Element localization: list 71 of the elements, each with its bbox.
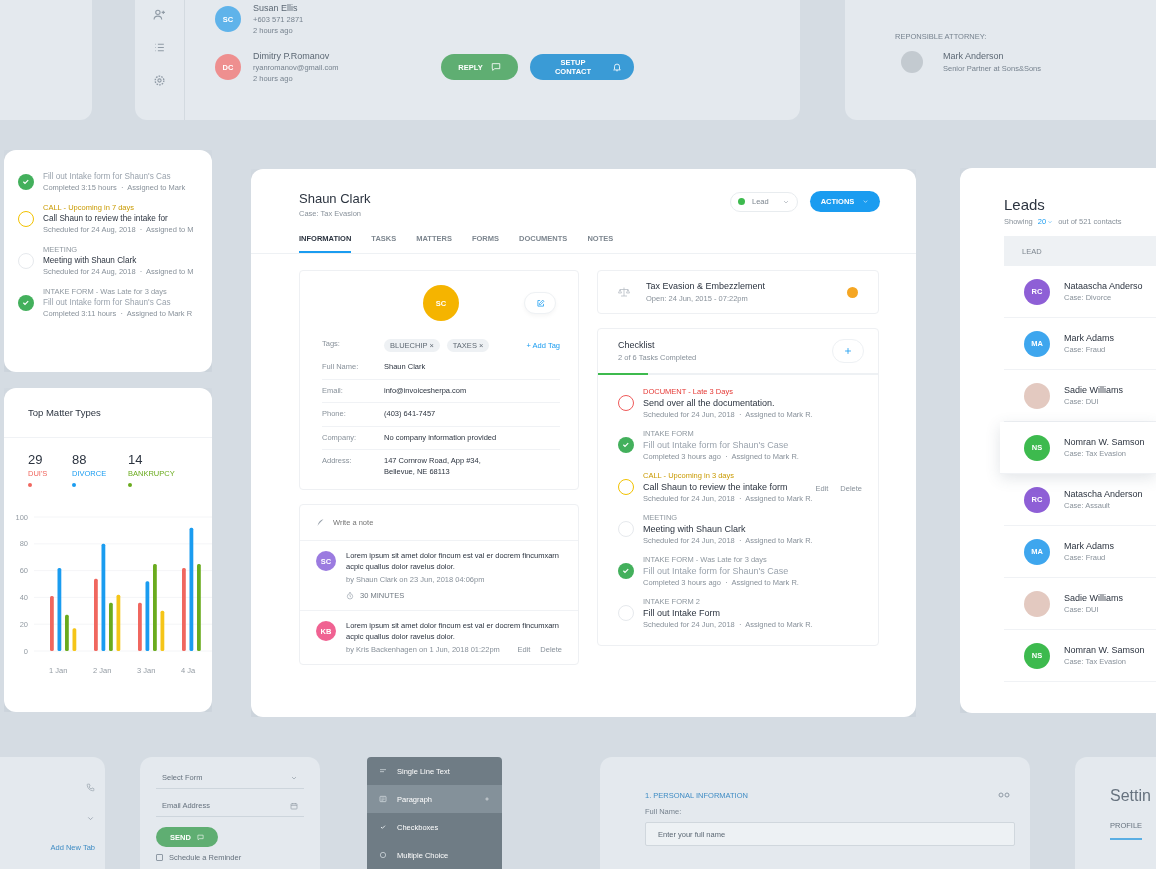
chart-bar: [145, 581, 150, 651]
task-title: Meeting with Shaun Clark: [43, 256, 138, 265]
avatar-photo: [1024, 590, 1050, 617]
add-button[interactable]: [832, 339, 864, 363]
avatar-photo: [1024, 382, 1050, 409]
contact-name: Susan Ellis: [253, 3, 299, 13]
checklist-title: Checklist: [618, 340, 656, 350]
check-circle: [18, 174, 34, 190]
text-lines-icon: [379, 767, 387, 775]
check-icon: [379, 823, 387, 831]
chart-bar: [160, 610, 165, 651]
circle-icon: [379, 851, 387, 859]
person-add-icon: [153, 8, 166, 21]
stat-value: 88: [72, 452, 88, 467]
check-circle: [18, 294, 34, 311]
bell-icon: [612, 62, 622, 72]
chart-bar: [72, 628, 77, 651]
stat-value: 14: [128, 452, 144, 467]
chart-bar: [109, 602, 113, 651]
lead-name: Nomran W. Samson: [1064, 437, 1145, 447]
lead-name: Nomran W. Samson: [1064, 645, 1145, 655]
task-title: Send over all the documentation.: [643, 398, 776, 408]
settings-icon: [153, 74, 166, 87]
stat-value: 29: [28, 452, 44, 467]
task-title: Fill out Intake form for Shaun's Case: [643, 566, 790, 576]
chart-bar: [116, 594, 121, 651]
chat-icon: [490, 62, 501, 72]
task-title: Fill out Intake form for Shaun's Cas: [43, 172, 172, 181]
chevron-down-icon: [1047, 218, 1054, 225]
lead-name: Natascha Anderson: [1064, 489, 1143, 499]
check-circle: [618, 437, 634, 453]
checkbox[interactable]: [156, 854, 163, 861]
contact-name: Shaun Clark: [299, 191, 371, 206]
plus-icon: [484, 796, 490, 802]
edit-button[interactable]: [524, 292, 556, 314]
edit-icon: [535, 298, 545, 308]
lead-name: Mark Adams: [1064, 541, 1114, 551]
card-title: Settin: [1110, 787, 1152, 805]
task-title: Fill out Intake Form: [643, 608, 722, 618]
lead-name: Nataascha Anderso: [1064, 281, 1143, 291]
calendar-icon: [290, 802, 298, 810]
chart-bar: [138, 602, 142, 651]
chevron-down-icon: [86, 814, 95, 823]
lead-name: Mark Adams: [1064, 333, 1114, 343]
matter-title: Tax Evasion & Embezzlement: [646, 281, 766, 291]
check-circle: [618, 563, 634, 579]
chart-bar: [50, 596, 54, 651]
attorney-name: Mark Anderson: [943, 51, 1005, 61]
pen-icon: [316, 518, 325, 527]
card-title: Top Matter Types: [28, 407, 101, 418]
lead-name: Sadie Williams: [1064, 385, 1123, 395]
task-title: Meeting with Shaun Clark: [643, 524, 747, 534]
phone-icon: [86, 783, 95, 792]
plus-icon: [843, 346, 853, 356]
task-title: Call Shaun to review the intake for: [43, 214, 169, 223]
task-title: Call Shaun to review the intake form: [643, 482, 789, 492]
scale-icon: [618, 286, 630, 298]
card-title: Leads: [1004, 196, 1046, 213]
task-title: Fill out Intake form for Shaun's Cas: [43, 298, 172, 307]
task-title: Fill out Intake form for Shaun's Case: [643, 440, 790, 450]
chevron-down-icon: [290, 774, 298, 782]
chat-icon: [196, 833, 204, 841]
chevron-down-icon: [862, 198, 870, 205]
contact-name: Dimitry P.Romanov: [253, 51, 331, 61]
lead-name: Sadie Williams: [1064, 593, 1123, 603]
paragraph-icon: [379, 795, 387, 803]
clock-icon: [346, 591, 354, 600]
list-icon: [153, 41, 166, 54]
chart-bar: [65, 614, 69, 651]
avatar-photo: [901, 51, 923, 73]
dots-icon: [998, 789, 1010, 801]
